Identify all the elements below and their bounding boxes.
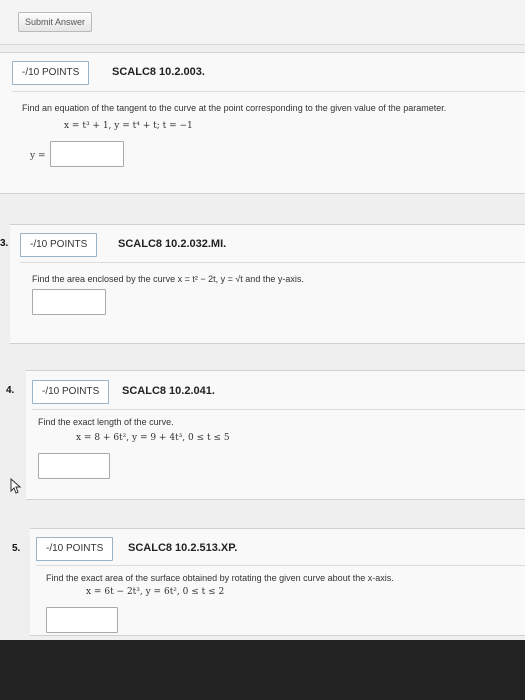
divider (32, 409, 525, 410)
question-card: -/10 POINTS SCALC8 10.2.041. Find the ex… (26, 370, 525, 500)
question-code: SCALC8 10.2.041. (122, 385, 215, 397)
question-prompt: Find an equation of the tangent to the c… (22, 103, 447, 113)
question-formula: x = 6t − 2t³, y = 6t², 0 ≤ t ≤ 2 (86, 587, 225, 597)
question-card: -/10 POINTS SCALC8 10.2.513.XP. Find the… (30, 528, 525, 636)
question-card: -/10 POINTS SCALC8 10.2.032.MI. Find the… (10, 224, 525, 344)
question-code: SCALC8 10.2.513.XP. (128, 542, 238, 554)
question-card: -/10 POINTS SCALC8 10.2.003. Find an equ… (0, 52, 525, 194)
divider (12, 91, 525, 92)
question-number: 3. (0, 238, 9, 249)
answer-input[interactable] (50, 141, 124, 167)
answer-input[interactable] (46, 607, 118, 633)
question-formula: x = 8 + 6t², y = 9 + 4t³, 0 ≤ t ≤ 5 (76, 433, 230, 443)
mouse-pointer-icon (10, 478, 22, 494)
points-badge: -/10 POINTS (12, 61, 90, 85)
divider (20, 262, 525, 263)
answer-input[interactable] (32, 289, 106, 315)
top-bar: Submit Answer (0, 0, 525, 45)
points-badge: -/10 POINTS (36, 537, 114, 561)
submit-answer-button[interactable]: Submit Answer (18, 12, 93, 32)
points-badge: -/10 POINTS (20, 233, 98, 257)
question-formula: x = t³ + 1, y = t⁴ + t; t = −1 (64, 121, 193, 131)
question-prompt: Find the area enclosed by the curve x = … (32, 274, 304, 284)
question-number: 5. (12, 543, 21, 554)
question-code: SCALC8 10.2.032.MI. (118, 238, 227, 250)
points-badge: -/10 POINTS (32, 380, 110, 404)
answer-input[interactable] (38, 453, 110, 479)
question-code: SCALC8 10.2.003. (112, 66, 205, 78)
answer-label: y = (30, 151, 46, 161)
question-number: 4. (6, 385, 15, 396)
question-prompt: Find the exact area of the surface obtai… (46, 573, 394, 583)
question-prompt: Find the exact length of the curve. (38, 417, 174, 427)
divider (36, 565, 525, 566)
